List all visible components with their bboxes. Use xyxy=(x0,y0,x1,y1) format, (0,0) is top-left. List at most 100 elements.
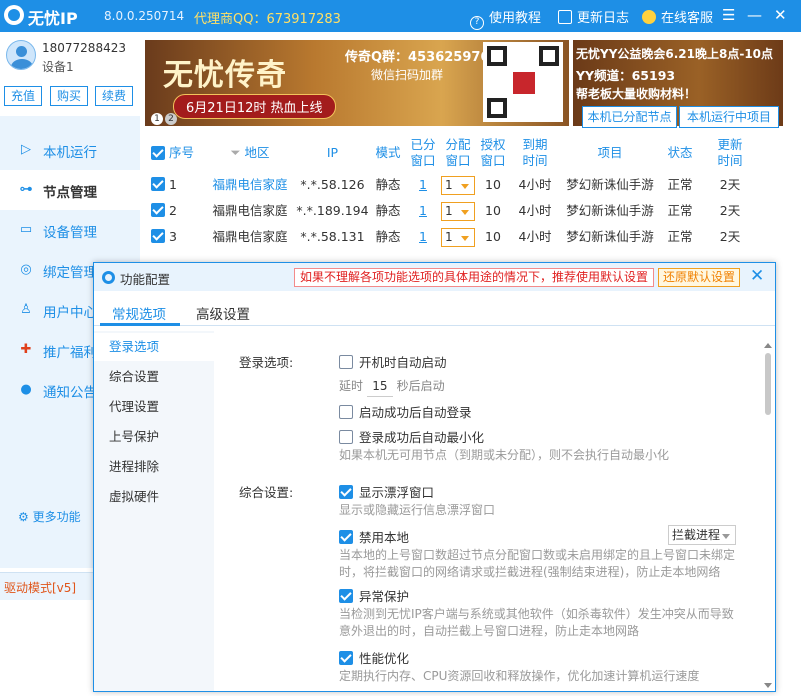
table-row[interactable]: 1 福鼎电信家庭 *.*.58.126 静态 1 1 10 4小时 梦幻新诛仙手… xyxy=(145,172,785,198)
tab-running-projects[interactable]: 本机运行中项目 xyxy=(679,106,779,128)
device-icon: ▭ xyxy=(19,222,33,237)
block-local-option[interactable]: 禁用本地 xyxy=(339,527,409,546)
active-tab-indicator xyxy=(100,323,180,326)
app-version: 8.0.0.250714 xyxy=(104,9,185,23)
table-row[interactable]: 2 福鼎电信家庭 *.*.189.194 静态 1 1 10 4小时 梦幻新诛仙… xyxy=(145,198,785,224)
close-icon[interactable]: ✕ xyxy=(774,6,787,24)
side-item-exclude[interactable]: 进程排除 xyxy=(94,453,214,481)
banner-title: 无忧传奇 xyxy=(163,58,287,93)
menu-icon[interactable]: ☰ xyxy=(722,6,735,24)
bind-icon: ◎ xyxy=(20,262,32,277)
perf-desc: 定期执行内存、CPU资源回收和释放操作，优化加速计算机运行速度 xyxy=(339,669,700,683)
autominimize-option[interactable]: 登录成功后自动最小化 xyxy=(339,427,484,446)
float-window-checkbox[interactable] xyxy=(339,485,353,499)
perf-checkbox[interactable] xyxy=(339,651,353,665)
tab-assigned-nodes[interactable]: 本机已分配节点 xyxy=(582,106,677,128)
support-button[interactable]: 在线客服 xyxy=(642,7,713,26)
user-phone: 18077288423 xyxy=(42,41,126,55)
scroll-thumb[interactable] xyxy=(765,353,771,415)
login-desc: 如果本机无可用节点（到期或未分配），则不会执行自动最小化 xyxy=(339,448,670,462)
tutorial-button[interactable]: ? 使用教程 xyxy=(470,7,541,30)
header-mode: 模式 xyxy=(375,145,401,160)
dialog-warning: 如果不理解各项功能选项的具体用途的情况下，推荐使用默认设置 xyxy=(294,268,655,287)
exception-option[interactable]: 异常保护 xyxy=(339,586,409,605)
dialog-title: 功能配置 xyxy=(120,272,171,287)
header-used: 已分 窗口 xyxy=(410,137,436,168)
yy-banner-line3: 帮老板大量收购材料！ xyxy=(576,87,697,101)
exception-checkbox[interactable] xyxy=(339,589,353,603)
app-logo-icon xyxy=(4,5,24,25)
general-section-label: 综合设置: xyxy=(239,485,294,500)
dialog-scrollbar[interactable] xyxy=(764,343,772,688)
used-window-link[interactable]: 1 xyxy=(406,198,440,224)
header-update: 更新 时间 xyxy=(717,137,743,168)
side-item-login[interactable]: 登录选项 xyxy=(94,333,214,361)
config-dialog: 功能配置 如果不理解各项功能选项的具体用途的情况下，推荐使用默认设置 还原默认设… xyxy=(93,262,776,692)
service-icon xyxy=(642,10,656,24)
nav-item-local-run[interactable]: ▷ 本机运行 xyxy=(0,130,140,170)
row-checkbox[interactable] xyxy=(151,203,165,217)
header-region[interactable]: ⏷ 地区 xyxy=(205,134,295,172)
row-checkbox[interactable] xyxy=(151,229,165,243)
used-window-link[interactable]: 1 xyxy=(406,224,440,250)
float-window-desc: 显示或隐藏运行信息漂浮窗口 xyxy=(339,503,496,517)
play-icon: ▷ xyxy=(21,142,31,157)
autologin-checkbox[interactable] xyxy=(339,405,353,419)
alloc-select[interactable]: 1 xyxy=(441,176,475,195)
alloc-select[interactable]: 1 xyxy=(441,202,475,221)
autostart-option[interactable]: 开机时自动启动 xyxy=(339,352,447,371)
side-item-general[interactable]: 综合设置 xyxy=(94,363,214,391)
banner-scan-text: 微信扫码加群 xyxy=(371,68,444,82)
changelog-button[interactable]: 更新日志 xyxy=(558,7,629,26)
tab-advanced[interactable]: 高级设置 xyxy=(196,303,250,323)
banner-dot-2[interactable]: 2 xyxy=(165,113,177,125)
used-window-link[interactable]: 1 xyxy=(406,172,440,198)
scroll-up-icon[interactable] xyxy=(764,343,772,348)
yy-banner-line2: YY频道：65193 xyxy=(576,68,676,83)
minimize-icon[interactable]: — xyxy=(747,6,762,24)
float-window-option[interactable]: 显示漂浮窗口 xyxy=(339,482,434,501)
qr-code-icon xyxy=(483,42,563,122)
notice-icon: ● xyxy=(20,382,32,397)
dialog-sidebar: 登录选项 综合设置 代理设置 上号保护 进程排除 虚拟硬件 xyxy=(94,331,214,691)
autostart-checkbox[interactable] xyxy=(339,355,353,369)
side-item-proxy[interactable]: 代理设置 xyxy=(94,393,214,421)
side-item-protect[interactable]: 上号保护 xyxy=(94,423,214,451)
renew-button[interactable]: 续费 xyxy=(95,86,133,106)
row-checkbox[interactable] xyxy=(151,177,165,191)
header-no[interactable]: 序号 xyxy=(145,134,200,172)
app-name: 无忧IP xyxy=(28,9,78,28)
autominimize-checkbox[interactable] xyxy=(339,430,353,444)
autologin-option[interactable]: 启动成功后自动登录 xyxy=(339,402,472,421)
node-tree-icon: ⊶ xyxy=(19,182,33,197)
scroll-down-icon[interactable] xyxy=(764,683,772,688)
filter-icon[interactable]: ⏷ xyxy=(230,145,240,161)
exception-desc: 当检测到无忧IP客户端与系统或其他软件（如杀毒软件）发生冲突从而导致意外退出的时… xyxy=(339,607,734,638)
block-local-desc: 当本地的上号窗口数超过节点分配窗口数或未启用绑定的且上号窗口未绑定时，将拦截窗口… xyxy=(339,548,736,579)
reset-defaults-button[interactable]: 还原默认设置 xyxy=(658,268,741,287)
block-local-checkbox[interactable] xyxy=(339,530,353,544)
user-device: 设备1 xyxy=(42,60,74,74)
dialog-close-icon[interactable]: ✕ xyxy=(750,266,764,286)
tab-general[interactable]: 常规选项 xyxy=(112,303,166,323)
side-item-hardware[interactable]: 虚拟硬件 xyxy=(94,483,214,511)
select-all-checkbox[interactable] xyxy=(151,146,165,160)
nav-item-node-manage[interactable]: ⊶ 节点管理 xyxy=(0,170,140,210)
perf-option[interactable]: 性能优化 xyxy=(339,648,409,667)
game-banner[interactable]: 无忧传奇 6月21日12时 热血上线 传奇Q群：453625976 微信扫码加群… xyxy=(145,40,569,126)
table-row[interactable]: 3 福鼎电信家庭 *.*.58.131 静态 1 1 10 4小时 梦幻新诛仙手… xyxy=(145,224,785,250)
more-features-button[interactable]: ⚙ 更多功能 xyxy=(18,508,81,525)
banner-dot-1[interactable]: 1 xyxy=(151,113,163,125)
avatar[interactable] xyxy=(6,40,36,70)
delay-input[interactable]: 15 xyxy=(366,379,393,397)
nav-item-device-manage[interactable]: ▭ 设备管理 xyxy=(0,210,140,250)
block-mode-select[interactable]: 拦截进程 xyxy=(668,525,736,545)
settings-icon xyxy=(102,271,115,284)
agent-qq: 代理商QQ：673917283 xyxy=(194,12,341,27)
banner-qq-group: 传奇Q群：453625976 xyxy=(345,50,490,65)
alloc-select[interactable]: 1 xyxy=(441,228,475,247)
buy-button[interactable]: 购买 xyxy=(50,86,88,106)
help-icon: ? xyxy=(470,16,484,30)
recharge-button[interactable]: 充值 xyxy=(4,86,42,106)
driver-mode: 驱动模式[v5] xyxy=(4,581,77,595)
